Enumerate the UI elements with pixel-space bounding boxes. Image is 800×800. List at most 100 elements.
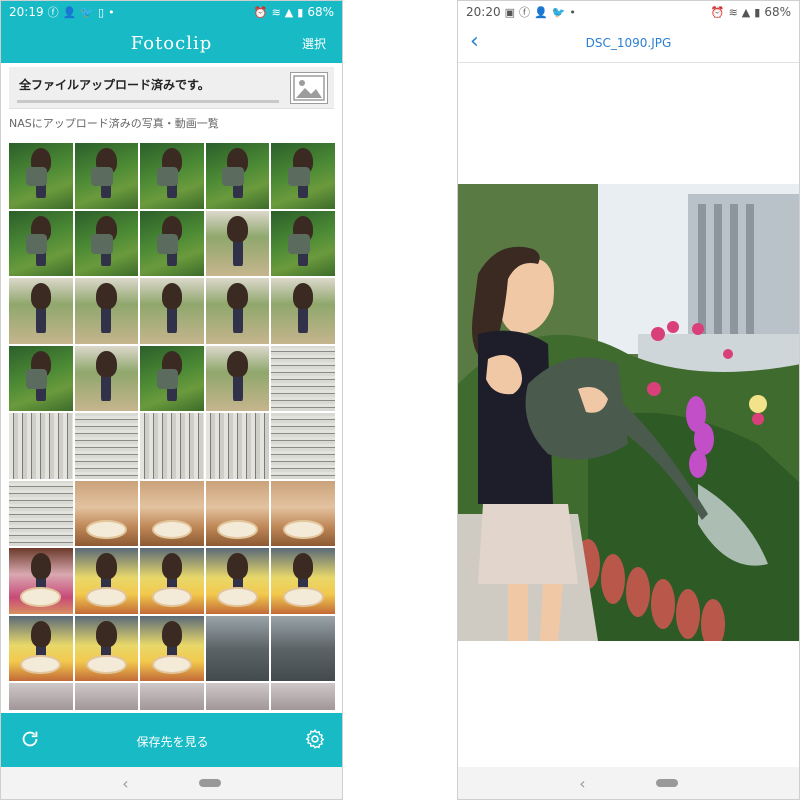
thumb-figure-head [227,350,248,377]
photo-thumbnail[interactable] [140,683,204,710]
battery-icon: ▮ [297,5,304,19]
status-time: 20:19 [9,5,44,19]
photo-thumbnail[interactable] [205,413,270,479]
thumb-figure-head [96,283,117,310]
photo-preview [458,184,799,641]
photo-thumbnail[interactable] [74,413,139,479]
alarm-icon: ⏰ [710,5,725,19]
nav-home-icon[interactable] [655,779,678,787]
photo-thumbnail[interactable] [205,548,270,614]
photo-thumbnail[interactable] [140,548,204,614]
signal-icon: ▲ [284,5,294,19]
person-icon: 👤 [534,5,548,19]
battery-level: 68% [764,5,791,19]
photo-thumbnail[interactable] [271,210,335,276]
section-label: NASにアップロード済みの写真・動画一覧 [9,117,219,130]
photo-thumbnail[interactable] [271,480,335,546]
thumb-figure-head [227,553,248,580]
thumb-figure-head [96,350,117,377]
gallery-icon: ▣ [504,5,515,19]
gear-icon[interactable] [304,728,326,754]
thumb-plate [86,654,127,675]
photo-thumbnail[interactable] [205,683,270,710]
thumb-figure-head [227,215,248,242]
view-destination-button[interactable]: 保存先を見る [136,733,208,750]
image-icon [290,72,328,104]
photo-thumbnail[interactable] [205,345,270,411]
photo-thumbnail[interactable] [74,143,139,209]
photo-thumbnail[interactable] [74,683,139,710]
upload-status-text: 全ファイルアップロード済みです。 [19,78,210,92]
photo-thumbnail[interactable] [271,278,335,344]
app-title: Fotoclip [130,32,213,54]
back-chevron-icon[interactable]: ‹ [470,31,479,53]
thumb-figure-head [96,553,117,580]
photo-thumbnail[interactable] [9,615,73,681]
photo-thumbnail[interactable] [9,345,73,411]
status-time: 20:20 [466,5,501,19]
photo-thumbnail[interactable] [140,210,204,276]
photo-thumbnail[interactable] [9,143,73,209]
photo-thumbnail[interactable] [74,278,139,344]
thumb-figure-head [161,553,183,580]
photo-thumbnail[interactable] [9,683,73,710]
photo-girl-watering-flowers [458,184,799,641]
refresh-icon[interactable] [19,728,41,754]
photo-thumbnail[interactable] [271,143,335,209]
photo-thumbnail[interactable] [9,413,73,479]
photo-thumbnail[interactable] [271,413,335,479]
photo-thumbnail[interactable] [9,278,73,344]
photo-thumbnail[interactable] [74,210,139,276]
nav-back-icon[interactable]: ‹ [579,774,585,793]
dot-icon: • [569,5,576,19]
photo-grid [9,143,335,710]
facebook-icon: ⓕ [519,5,530,19]
thumb-watering-can [91,166,113,187]
thumb-plate [151,587,193,607]
upload-progress-bar [17,100,279,103]
photo-thumbnail[interactable] [9,548,73,614]
system-nav-bar: ‹ [458,767,799,799]
photo-thumbnail[interactable] [140,413,204,479]
thumb-figure-head [227,283,248,310]
photo-thumbnail[interactable] [205,615,270,681]
nav-back-icon[interactable]: ‹ [122,774,128,793]
thumb-watering-can [156,234,179,254]
photo-thumbnail[interactable] [140,143,204,209]
photo-thumbnail[interactable] [74,480,139,546]
photo-thumbnail[interactable] [74,345,139,411]
photo-thumbnail[interactable] [140,480,204,546]
photo-thumbnail[interactable] [271,548,335,614]
thumb-figure-head [30,283,51,310]
photo-thumbnail[interactable] [140,345,204,411]
dot-icon: • [108,5,115,19]
photo-thumbnail[interactable] [205,278,270,344]
photo-thumbnail[interactable] [9,480,73,546]
upload-status-banner: 全ファイルアップロード済みです。 [9,67,334,109]
nav-home-icon[interactable] [198,779,221,787]
photo-thumbnail[interactable] [74,548,139,614]
thumb-plate [151,519,193,540]
photo-thumbnail[interactable] [205,143,270,209]
thumb-plate [86,519,127,540]
facebook-icon: ⓕ [47,5,59,19]
photo-thumbnail[interactable] [140,278,204,344]
photo-thumbnail[interactable] [9,210,73,276]
photo-thumbnail[interactable] [205,210,270,276]
thumb-watering-can [91,234,113,254]
photo-thumbnail[interactable] [271,615,335,681]
thumb-watering-can [287,234,310,254]
twitter-icon: 🐦 [551,5,566,19]
thumb-watering-can [222,166,244,187]
select-button[interactable]: 選択 [302,35,326,52]
photo-viewer-screen: 20:20 ▣ ⓕ 👤 🐦 • ⏰ ≋ ▲ ▮ 68% ‹ DSC_1090.J… [457,0,800,800]
thumb-figure-head [161,620,183,647]
photo-thumbnail[interactable] [271,345,335,411]
photo-thumbnail[interactable] [140,615,204,681]
person-icon: 👤 [62,5,77,19]
photo-thumbnail[interactable] [271,683,335,710]
photo-thumbnail[interactable] [74,615,139,681]
thumb-watering-can [25,369,48,389]
thumb-watering-can [25,166,48,187]
photo-thumbnail[interactable] [205,480,270,546]
